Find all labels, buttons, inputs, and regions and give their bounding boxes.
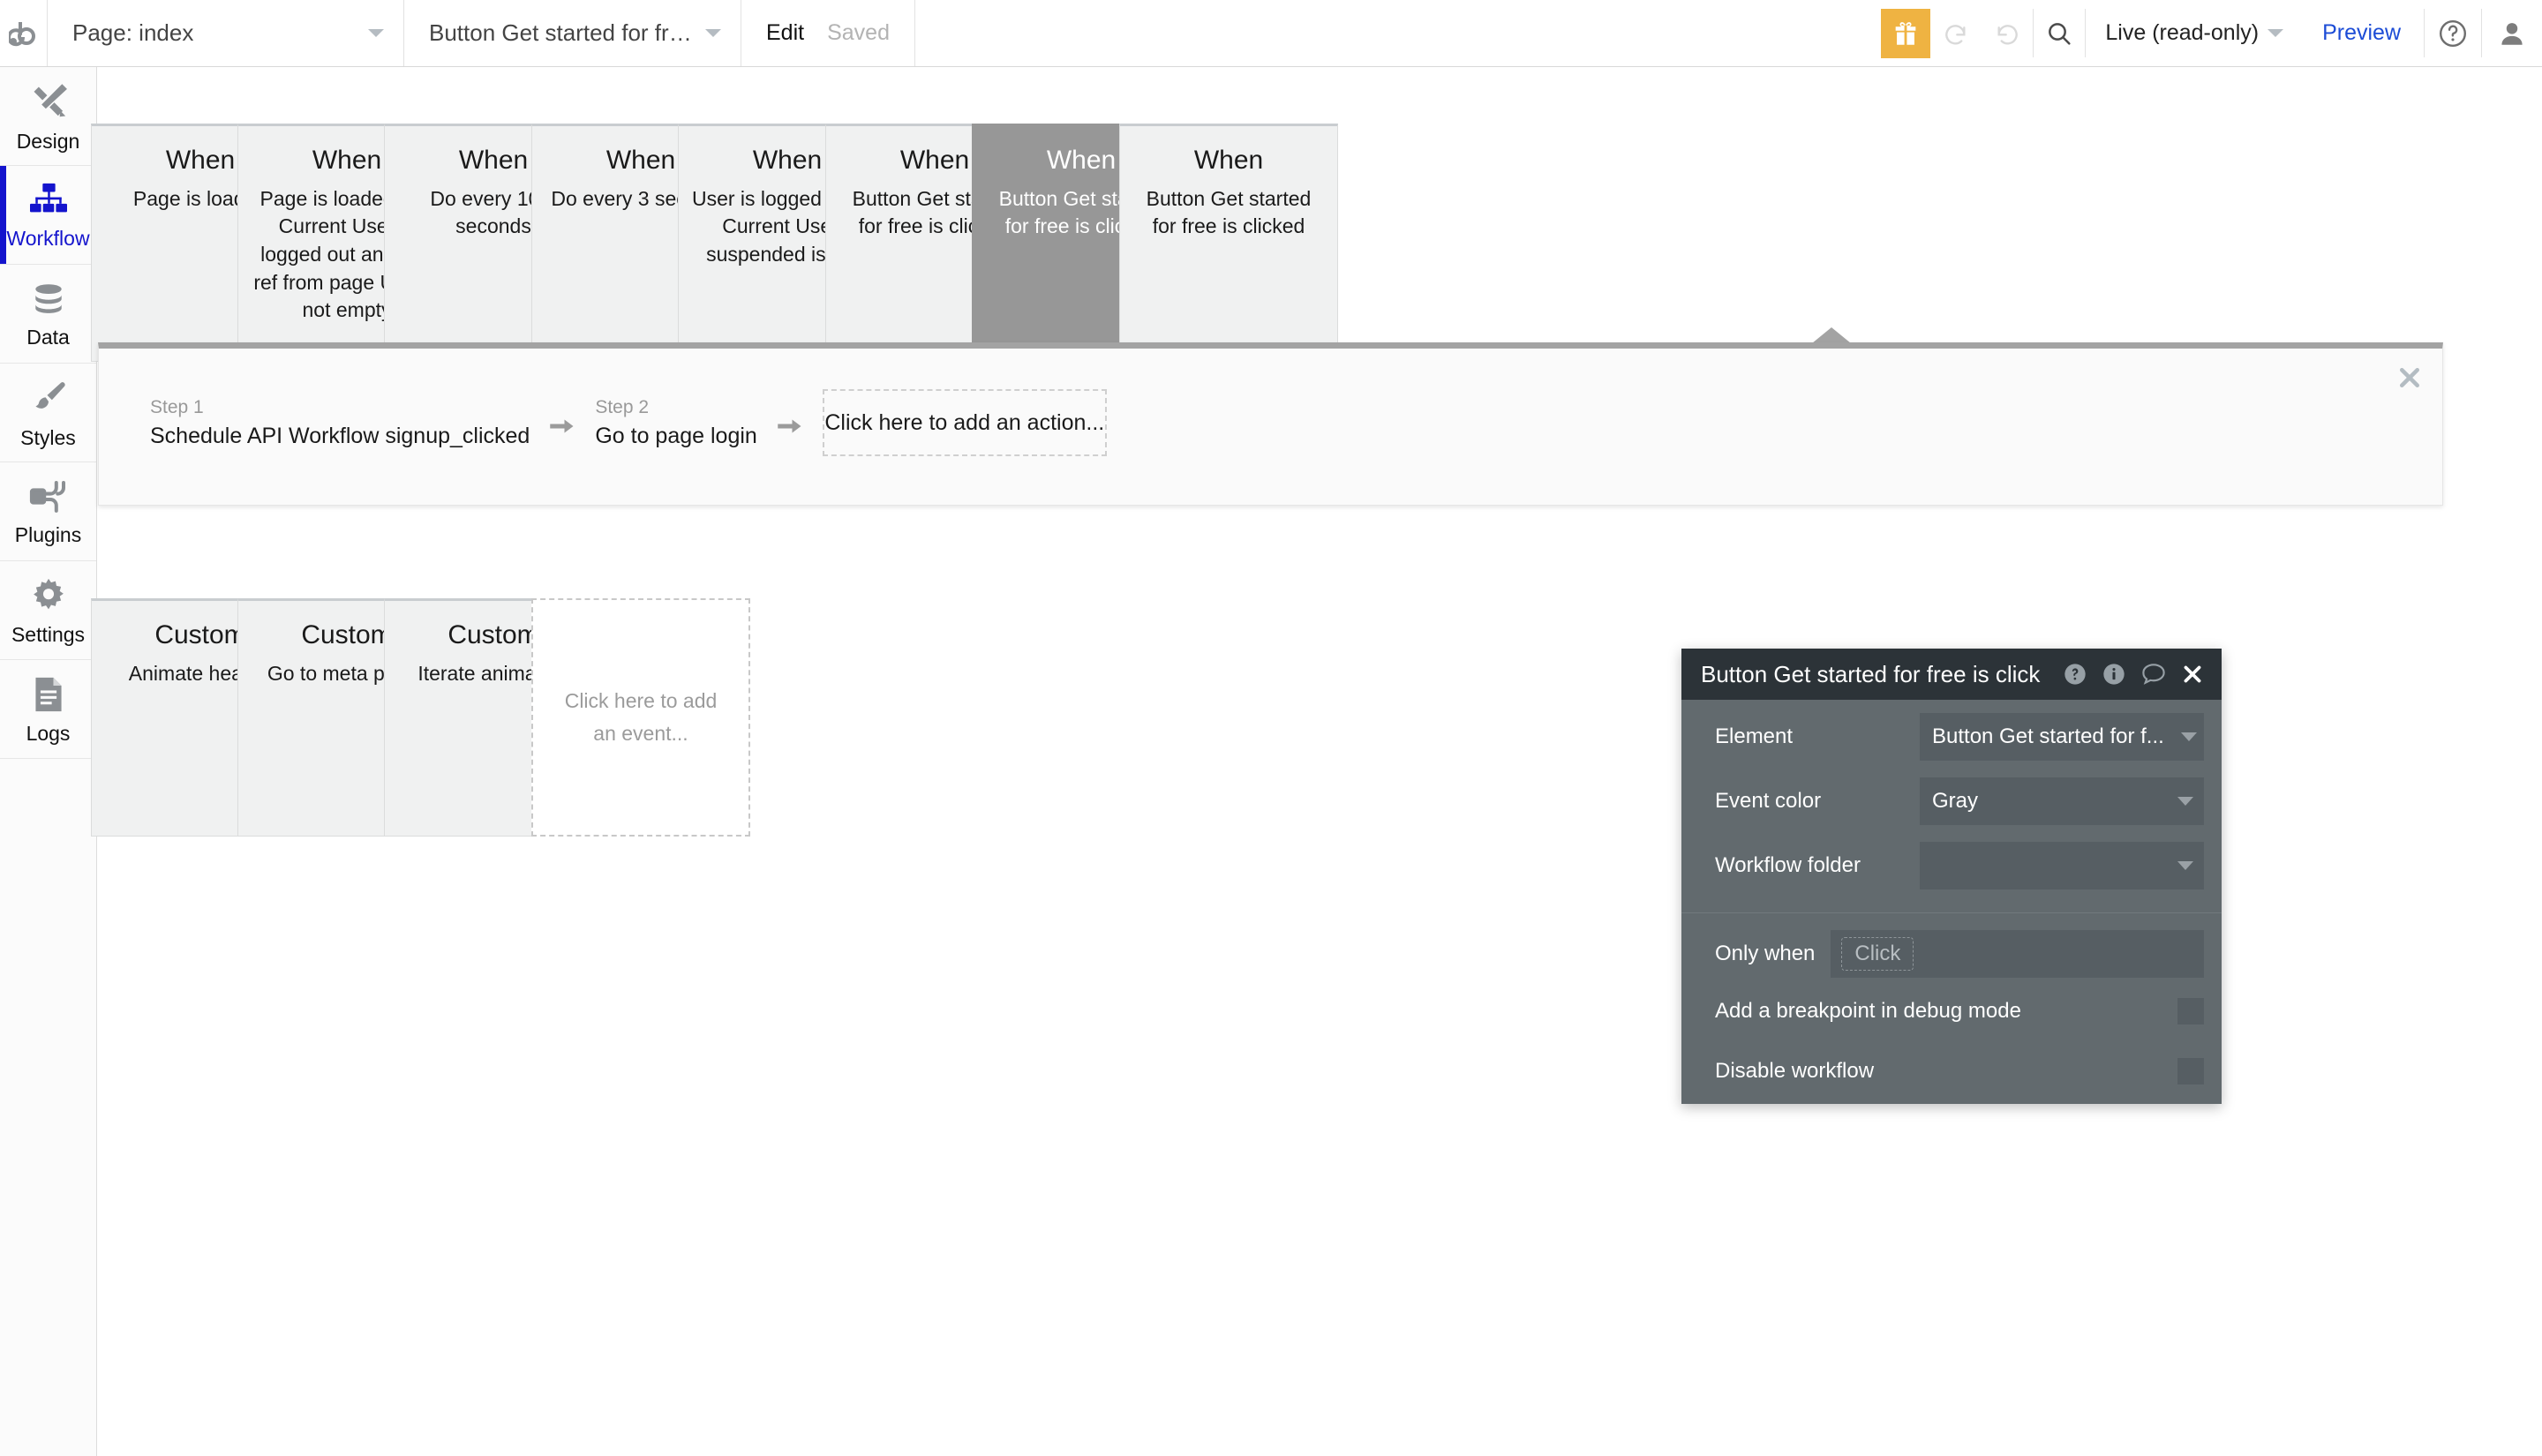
edit-save-group: Edit Saved [741,0,915,66]
sidebar-item-label: Workflow [6,226,90,250]
add-event-placeholder-label: Click here to add an event... [564,689,718,745]
sidebar-item-settings[interactable]: Settings [0,561,96,660]
property-dialog-header-icons [2063,662,2204,687]
action-step-name: Go to page login [595,423,757,448]
property-dialog-divider [1681,912,2222,913]
action-steps-list: Step 1 Schedule API Workflow signup_clic… [150,387,1107,456]
search-icon[interactable] [2034,0,2085,66]
disable-workflow-label: Disable workflow [1715,1059,1875,1083]
property-label: Workflow folder [1715,853,1861,877]
sidebar-item-label: Styles [20,425,76,449]
property-label: Only when [1715,942,1816,965]
chevron-down-icon [2181,732,2197,741]
arrow-right-icon [777,415,803,442]
arrow-right-icon [549,415,575,442]
event-color-dropdown-value: Gray [1932,789,1979,813]
sidebar-item-label: Logs [26,721,71,745]
action-panel-pointer [1812,327,1851,343]
action-step-name: Schedule API Workflow signup_clicked [150,423,530,448]
property-dialog-title: Button Get started for free is click [1701,660,2041,687]
database-icon [30,281,67,322]
edit-button[interactable]: Edit [766,20,804,46]
redo-button[interactable] [1982,0,2033,66]
property-label: Element [1715,724,1794,748]
action-step-number: Step 2 [595,397,650,417]
gift-icon[interactable] [1881,8,1931,58]
bubble-logo-icon[interactable] [0,0,48,66]
sidebar-item-logs[interactable]: Logs [0,660,96,759]
plug-icon [28,478,69,520]
left-sidebar: Design Workflow Data Styles Plugins Sett… [0,67,115,1456]
sidebar-item-data[interactable]: Data [0,265,96,364]
property-label: Event color [1715,789,1822,813]
event-card-kind: When [1193,146,1264,175]
sidebar-item-design[interactable]: Design [0,67,96,166]
event-color-dropdown[interactable]: Gray [1920,777,2204,825]
property-row-only-when: Only when Click [1715,930,2204,978]
chevron-down-icon [2177,861,2193,870]
breakpoint-checkbox[interactable] [2177,998,2204,1024]
chevron-down-icon [368,29,384,37]
user-avatar-icon[interactable] [2482,0,2542,66]
gear-icon [29,576,68,619]
sidebar-item-workflow[interactable]: Workflow [0,166,96,265]
workflow-selector-label: Button Get started for free is clic... [429,19,696,46]
page-selector-label: Page: index [72,19,194,46]
info-circle-icon[interactable] [2102,662,2126,687]
add-event-placeholder-card[interactable]: Click here to add an event... [531,598,750,837]
action-step-number: Step 1 [150,397,204,417]
sidebar-item-label: Settings [11,622,86,646]
element-dropdown-value: Button Get started for f... [1932,724,2164,748]
sidebar-item-plugins[interactable]: Plugins [0,462,96,561]
action-step[interactable]: Step 1 Schedule API Workflow signup_clic… [150,394,530,450]
top-toolbar: Page: index Button Get started for free … [0,0,2542,67]
action-step[interactable]: Step 2 Go to page login [595,394,756,450]
design-tools-icon [28,81,69,126]
action-editor-panel: Step 1 Schedule API Workflow signup_clic… [98,342,2443,506]
add-action-button[interactable]: Click here to add an action... [822,389,1107,456]
page-selector[interactable]: Page: index [48,0,404,66]
event-card-desc: Button Get started for free is clicked [1146,186,1312,238]
version-mode-selector[interactable]: Live (read-only) [2086,0,2299,66]
property-row-disable-workflow: Disable workflow [1715,1054,2204,1088]
question-circle-icon[interactable] [2063,662,2087,687]
workflow-selector[interactable]: Button Get started for free is clic... [404,0,741,66]
property-row-workflow-folder: Workflow folder [1715,842,2204,889]
paintbrush-icon [28,378,69,423]
preview-button[interactable]: Preview [2299,0,2424,66]
property-row-breakpoint: Add a breakpoint in debug mode [1715,994,2204,1028]
chevron-down-icon [2177,797,2193,806]
only-when-chip: Click [1841,937,1914,971]
event-property-dialog: Button Get started for free is click Ele… [1681,649,2222,1104]
question-circle-icon[interactable] [2425,0,2481,66]
breakpoint-label: Add a breakpoint in debug mode [1715,999,2021,1023]
workflow-tree-icon [28,182,69,223]
sidebar-item-styles[interactable]: Styles [0,364,96,462]
sidebar-item-label: Plugins [14,522,82,546]
chevron-down-icon [705,29,721,37]
property-dialog-body: Element Button Get started for f... Even… [1681,700,2222,1104]
property-row-element: Element Button Get started for f... [1715,713,2204,761]
close-x-icon[interactable] [2396,364,2423,391]
undo-button[interactable] [1930,0,1982,66]
chevron-down-icon [2267,29,2284,37]
sidebar-item-label: Data [26,325,70,349]
comment-bubble-icon[interactable] [2140,662,2167,687]
only-when-input[interactable]: Click [1831,930,2204,978]
property-dialog-header: Button Get started for free is click [1681,649,2222,700]
workflow-folder-dropdown[interactable] [1920,842,2204,889]
sidebar-item-label: Design [16,129,80,153]
disable-workflow-checkbox[interactable] [2177,1058,2204,1084]
saved-status: Saved [827,20,890,45]
element-dropdown[interactable]: Button Get started for f... [1920,713,2204,761]
close-x-icon[interactable] [2181,663,2204,686]
version-mode-label: Live (read-only) [2105,20,2260,45]
document-lines-icon [31,675,66,718]
property-row-event-color: Event color Gray [1715,777,2204,825]
workflow-event-card[interactable]: When Button Get started for free is clic… [1119,124,1338,362]
